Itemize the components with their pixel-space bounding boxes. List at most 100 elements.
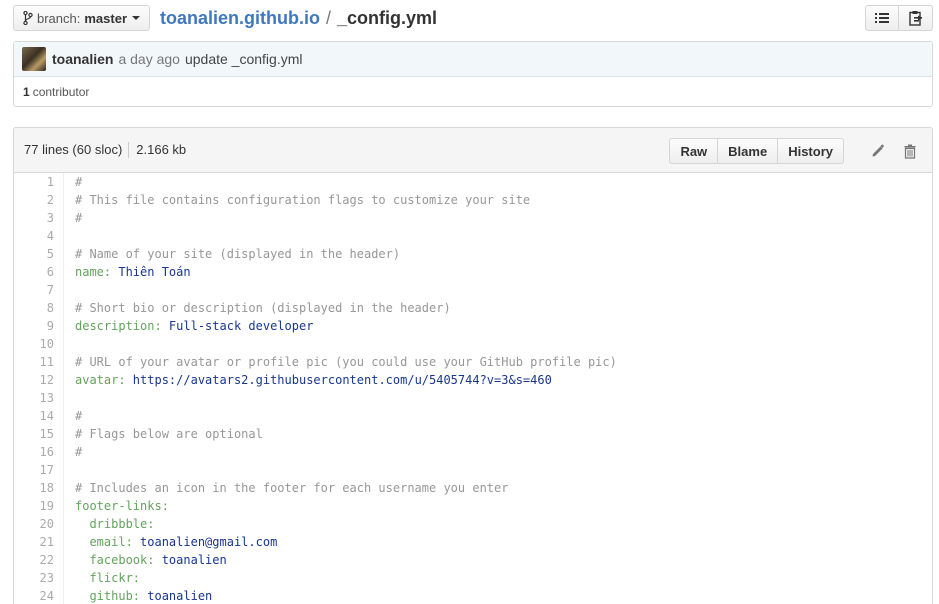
file-size: 2.166 kb [136, 141, 187, 157]
file-actions: Raw Blame History [669, 138, 920, 164]
code-line: 11 # URL of your avatar or profile pic (y… [14, 353, 932, 371]
code-token: footer-links: [75, 499, 169, 513]
line-number[interactable]: 13 [14, 391, 54, 405]
line-number[interactable]: 6 [14, 265, 54, 279]
raw-button[interactable]: Raw [669, 138, 719, 164]
line-number[interactable]: 14 [14, 409, 54, 423]
file-info: 77 lines (60 sloc) 2.166 kb [24, 142, 186, 159]
line-number[interactable]: 5 [14, 247, 54, 261]
code-line: 20 dribbble: [14, 515, 932, 533]
commit-message[interactable]: update _config.yml [185, 51, 303, 67]
blame-button[interactable]: Blame [718, 138, 779, 164]
code-token: # [75, 445, 83, 459]
line-content: dribbble: [54, 517, 154, 531]
line-content: # URL of your avatar or profile pic (you… [54, 355, 617, 369]
file-name: _config.yml [337, 7, 438, 28]
line-number[interactable]: 2 [14, 193, 54, 207]
code-line: 24 github: toanalien [14, 587, 932, 604]
code-token: Full-stack developer [161, 319, 314, 333]
code-token: # Includes an icon in the footer for eac… [75, 481, 509, 495]
line-number[interactable]: 23 [14, 571, 54, 585]
code-view: 1 #2 # This file contains configuration fl… [14, 172, 932, 604]
code-token: flickr: [75, 571, 141, 585]
code-line: 9 description: Full-stack developer [14, 317, 932, 335]
commit-time: a day ago [118, 51, 180, 67]
history-button[interactable]: History [778, 138, 844, 164]
code-token: # URL of your avatar or profile pic (you… [75, 355, 617, 369]
latest-commit: toanalien a day ago update _config.yml [14, 42, 932, 77]
line-number[interactable]: 16 [14, 445, 54, 459]
line-number[interactable]: 10 [14, 337, 54, 351]
line-number[interactable]: 3 [14, 211, 54, 225]
delete-file-button[interactable] [900, 141, 920, 161]
code-line: 17 [14, 461, 932, 479]
line-content: description: Full-stack developer [54, 319, 313, 333]
code-line: 21 email: toanalien@gmail.com [14, 533, 932, 551]
info-divider [128, 142, 130, 159]
commit-author[interactable]: toanalien [52, 51, 113, 67]
code-line: 19 footer-links: [14, 497, 932, 515]
code-token: # [75, 409, 83, 423]
code-token: # [75, 175, 83, 189]
file-lines-info: 77 lines (60 sloc) [24, 141, 123, 157]
line-content: # Name of your site (displayed in the he… [54, 247, 400, 261]
line-number[interactable]: 12 [14, 373, 54, 387]
code-line: 22 facebook: toanalien [14, 551, 932, 569]
copy-path-button[interactable] [899, 5, 933, 31]
line-content: # This file contains configuration flags… [54, 193, 530, 207]
line-number[interactable]: 20 [14, 517, 54, 531]
branch-name: master [84, 10, 128, 26]
code-token: avatar: [75, 373, 126, 387]
line-number[interactable]: 21 [14, 535, 54, 549]
git-branch-icon [23, 11, 33, 25]
line-content: # [54, 409, 82, 423]
line-content: facebook: toanalien [54, 553, 226, 567]
line-number[interactable]: 18 [14, 481, 54, 495]
line-number[interactable]: 24 [14, 589, 54, 603]
repo-link[interactable]: toanalien.github.io [160, 8, 320, 29]
line-number[interactable]: 9 [14, 319, 54, 333]
code-token: # Name of your site (displayed in the he… [75, 247, 401, 261]
file-navigation: branch: master toanalien.github.io / _co… [13, 5, 933, 31]
code-line: 2 # This file contains configuration flag… [14, 191, 932, 209]
code-line: 7 [14, 281, 932, 299]
line-number[interactable]: 15 [14, 427, 54, 441]
file-viewer: 77 lines (60 sloc) 2.166 kb Raw Blame His… [13, 127, 933, 604]
code-token: toanalien [140, 589, 213, 603]
code-line: 1 # [14, 173, 932, 191]
find-file-button[interactable] [865, 5, 899, 31]
line-number[interactable]: 1 [14, 175, 54, 189]
contributors[interactable]: 1 contributor [14, 77, 932, 107]
avatar[interactable] [22, 47, 46, 71]
code-line: 3 # [14, 209, 932, 227]
code-token: facebook: [75, 553, 155, 567]
line-content: # [54, 175, 82, 189]
line-number[interactable]: 11 [14, 355, 54, 369]
line-number[interactable]: 4 [14, 229, 54, 243]
code-line: 4 [14, 227, 932, 245]
line-content: flickr: [54, 571, 140, 585]
code-token: https://avatars2.githubusercontent.com/u… [125, 373, 552, 387]
code-token: Thiên Toán [111, 265, 191, 279]
branch-select-button[interactable]: branch: master [13, 5, 150, 31]
code-line: 18 # Includes an icon in the footer for e… [14, 479, 932, 497]
code-line: 5 # Name of your site (displayed in the h… [14, 245, 932, 263]
code-token: email: [75, 535, 133, 549]
gutter-divider [63, 173, 64, 604]
edit-file-button[interactable] [868, 141, 888, 161]
code-line: 23 flickr: [14, 569, 932, 587]
line-content: # [54, 445, 82, 459]
file-nav-buttons [865, 5, 933, 31]
code-token: # This file contains configuration flags… [75, 193, 531, 207]
line-number[interactable]: 8 [14, 301, 54, 315]
code-token: # Short bio or description (displayed in… [75, 301, 451, 315]
line-number[interactable]: 19 [14, 499, 54, 513]
clipboard-icon [908, 11, 922, 26]
line-number[interactable]: 7 [14, 283, 54, 297]
line-content: email: toanalien@gmail.com [54, 535, 277, 549]
line-number[interactable]: 17 [14, 463, 54, 477]
code-token: # Flags below are optional [75, 427, 263, 441]
line-content: footer-links: [54, 499, 169, 513]
line-content: # [54, 211, 82, 225]
line-number[interactable]: 22 [14, 553, 54, 567]
